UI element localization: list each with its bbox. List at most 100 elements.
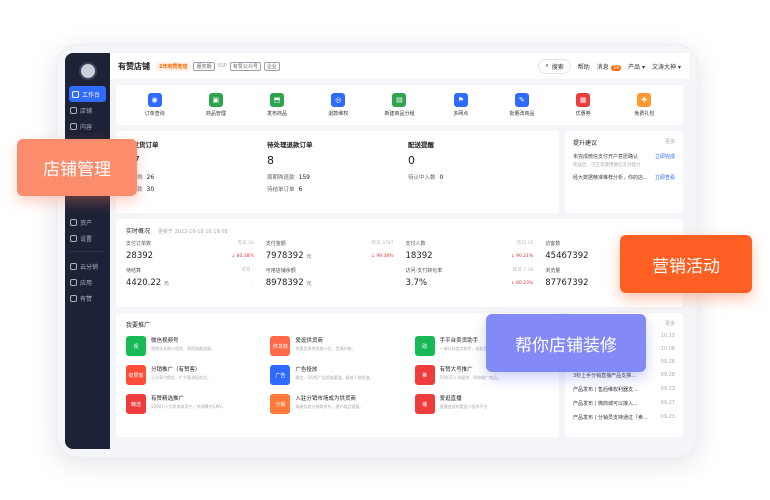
sidebar-item-label: 工作台: [82, 91, 101, 99]
sidebar-item-assets[interactable]: 资产: [65, 214, 110, 230]
avatar[interactable]: [78, 62, 97, 80]
sidebar-item-workbench[interactable]: 工作台: [69, 86, 106, 102]
promotion-item[interactable]: 精选 有赞精选推广 5000万+优质电商用户，持续曝光GMV。: [126, 394, 260, 414]
promotion-item[interactable]: 广告 广告投放 微信、QQ等广告投放渠道，精准人群投放。: [270, 365, 404, 385]
promotion-item-desc: 特惠货源供货商入驻，货源好物。: [295, 346, 356, 351]
goods-manage-icon: ▣: [208, 93, 223, 107]
quick-action-batch-edit[interactable]: ✎ 批量改商品: [497, 93, 547, 117]
search-button[interactable]: ⌕ 搜索: [538, 58, 571, 74]
messages-link[interactable]: 消息 34: [597, 62, 622, 71]
metric-value-row: 8978392 元: [266, 278, 394, 288]
quick-action-gift[interactable]: ✚ 免费礼包: [619, 93, 669, 117]
quick-action-new-group[interactable]: ▤ 新建商品分组: [374, 93, 424, 117]
quick-action-label: 批量改商品: [509, 111, 535, 117]
quick-action-multi-store[interactable]: ⚑ 多网点: [436, 93, 486, 117]
advice-item: 经大数据精准推荐分析，你的店... 立即查看: [573, 174, 675, 181]
search-label: 搜索: [551, 63, 564, 71]
news-item[interactable]: 产品发布丨微商城可以接入... 09.27: [573, 400, 675, 407]
quick-action-label: 多网点: [453, 111, 469, 117]
news-item[interactable]: 3秒上手分销直播产品支撑... 09.28: [573, 372, 675, 379]
advice-action-link[interactable]: 立即完成: [655, 153, 675, 160]
user-menu[interactable]: 文涛大神 ▾: [652, 62, 681, 71]
quick-action-publish-goods[interactable]: ⬒ 发布商品: [252, 93, 302, 117]
promotion-item-title: 爱逛供货商: [295, 338, 323, 344]
promotion-item[interactable]: 播爱逛直播 直播变现的爱逛小程序平台: [414, 394, 549, 414]
quick-action-order-query[interactable]: ◉ 订单查询: [130, 93, 180, 117]
promotion-item[interactable]: 视微信视频号 视频号关联小程序，获得海量流量。: [126, 336, 260, 356]
metric-yesterday: 昨日 7.36: [512, 268, 534, 273]
metric-cell[interactable]: 支付人数 昨日 10 18392 ↓ 90.21%: [406, 240, 534, 261]
sidebar: 工作台 店铺 内容 商品 资产 设置 云分销 应用 有赞: [65, 53, 110, 449]
metric-cell[interactable]: 可用店铺余额 8978392 元: [266, 267, 394, 288]
content-icon: [70, 122, 77, 130]
sidebar-item-label: 有赞: [80, 295, 93, 303]
sidebar-item-settings[interactable]: 设置: [65, 230, 110, 246]
advice-more-link[interactable]: 更多: [665, 138, 675, 147]
shop-age-tag: 2年有赞老店: [156, 61, 191, 71]
realtime-overview: 实时概况 更新于 2022-10-18 16:19:08 支付订单数 昨日 16 28…: [116, 219, 683, 307]
todo-title: 待发货订单: [126, 141, 159, 149]
supplier-icon: 供货商: [270, 336, 291, 356]
todo-column[interactable]: 待处理退款订单 8 周期购退款 159 待结单订单 6: [267, 139, 408, 205]
coupon-icon: ▦: [576, 93, 591, 107]
main-area: 有赞店铺 2年有赞老店 服务期 SSP 有赞公众号 企业 ⌕ 搜索 帮助 消息 3…: [110, 53, 689, 449]
metric-delta: ↓ 60.23%: [510, 281, 534, 286]
metric-delta: ↓ 90.21%: [510, 254, 534, 259]
news-text: 产品发布丨售后维权利器支...: [573, 387, 638, 393]
sidebar-item-cloud-distribution[interactable]: 云分销: [65, 258, 110, 274]
products-menu[interactable]: 产品 ▾: [628, 62, 645, 71]
sidebar-item-apps[interactable]: 应用: [65, 274, 110, 290]
promotion-item[interactable]: 供货商 爱逛供货商特惠货源供货商入驻，货源好物。: [270, 336, 404, 356]
news-date: 10.13: [660, 333, 675, 339]
promotion-item-title: 广告投放: [295, 367, 318, 373]
metric-value-row: 4420.22 元: [126, 278, 254, 288]
quick-action-goods-manage[interactable]: ▣ 商品管理: [191, 93, 241, 117]
news-more-link[interactable]: 更多: [665, 321, 675, 327]
news-item[interactable]: 产品发布丨分销员支持通过「卖... 09.23: [573, 414, 675, 421]
todo-card: 待发货订单 97 周期购26 待付款30 待处理退款订单 8 周期购退款159 …: [116, 131, 559, 213]
advice-action-link[interactable]: 立即查看: [655, 174, 675, 181]
search-icon: ⌕: [545, 62, 549, 69]
metric-label: 可用店铺余额: [265, 268, 296, 274]
realtime-title: 实时概况: [126, 228, 151, 235]
quick-action-coupon[interactable]: ▦ 优惠券: [558, 93, 608, 117]
metric-cell[interactable]: 访问-支付转化率 昨日 7.36 3.7% ↓ 60.23%: [406, 267, 534, 288]
quick-action-label: 新建商品分组: [384, 111, 415, 117]
distribution-icon: 有赞客: [126, 365, 146, 385]
todo-line-value: 159: [298, 174, 310, 181]
todo-column[interactable]: 待发货订单 97 周期购26 待付款30: [126, 139, 267, 205]
sidebar-divider: [70, 246, 105, 252]
todo-line: 待付款30: [126, 185, 267, 193]
todo-column[interactable]: 配送提醒 0 待认中入数 0: [408, 139, 549, 205]
todo-line-label: 待结单订单: [267, 187, 295, 193]
advice-title: 提升建议: [573, 140, 598, 147]
metric-value: 87767392: [545, 278, 589, 288]
metric-value: 3.7%: [405, 278, 428, 288]
metric-value: 45467392: [545, 251, 589, 261]
sidebar-item-youzan[interactable]: 有赞: [65, 290, 110, 306]
sidebar-item-shop[interactable]: 店铺: [65, 102, 110, 118]
metric-unit: 元: [306, 281, 312, 287]
promotion-item[interactable]: 分销 入驻分销市场成为供货商 海量优质分销商合作，提升商品销量。: [270, 394, 404, 414]
promotion-item-desc: 微信、QQ等广告投放渠道，精准人群投放。: [295, 375, 374, 380]
metric-value: 28392: [126, 251, 154, 261]
promotion-item[interactable]: 有赞客 分销推广（有赞客） 让分享付佣金，扩大客源促成交。: [126, 365, 260, 385]
promotion-text: 有赞精选推广 5000万+优质电商用户，持续曝光GMV。: [151, 394, 226, 410]
realtime-header: 实时概况 更新于 2022-10-18 16:19:08: [126, 226, 673, 235]
promotion-item-desc: 海量优质分销商合作，提升商品销量。: [295, 404, 364, 409]
news-item[interactable]: 产品发布丨售后维权利器支... 09.23: [573, 386, 675, 393]
metric-value: 8978392: [265, 278, 304, 288]
metric-cell[interactable]: 支付金额 昨日 3787 7978392 元 ↓ 99.38%: [266, 240, 394, 261]
quick-action-label: 退款维权: [328, 111, 349, 117]
metric-cell[interactable]: 支付订单数 昨日 16 28392 ↓ 80.38%: [126, 240, 254, 261]
refund-icon: ◎: [331, 93, 346, 107]
metric-cell[interactable]: 待结算 昨日 -4420.22 元-: [126, 267, 254, 288]
marketing-callout: 营销活动: [620, 235, 752, 293]
help-link[interactable]: 帮助: [578, 62, 590, 71]
advice-text: 未完成微信支付开户意愿确认: [573, 154, 639, 160]
metric-label: 支付订单数: [126, 241, 152, 247]
news-date: 09.23: [660, 386, 675, 392]
sidebar-item-content[interactable]: 内容: [65, 118, 110, 134]
quick-action-refund[interactable]: ◎ 退款维权: [313, 93, 363, 117]
promotion-text: 分销推广（有赞客） 让分享付佣金，扩大客源促成交。: [151, 365, 211, 381]
